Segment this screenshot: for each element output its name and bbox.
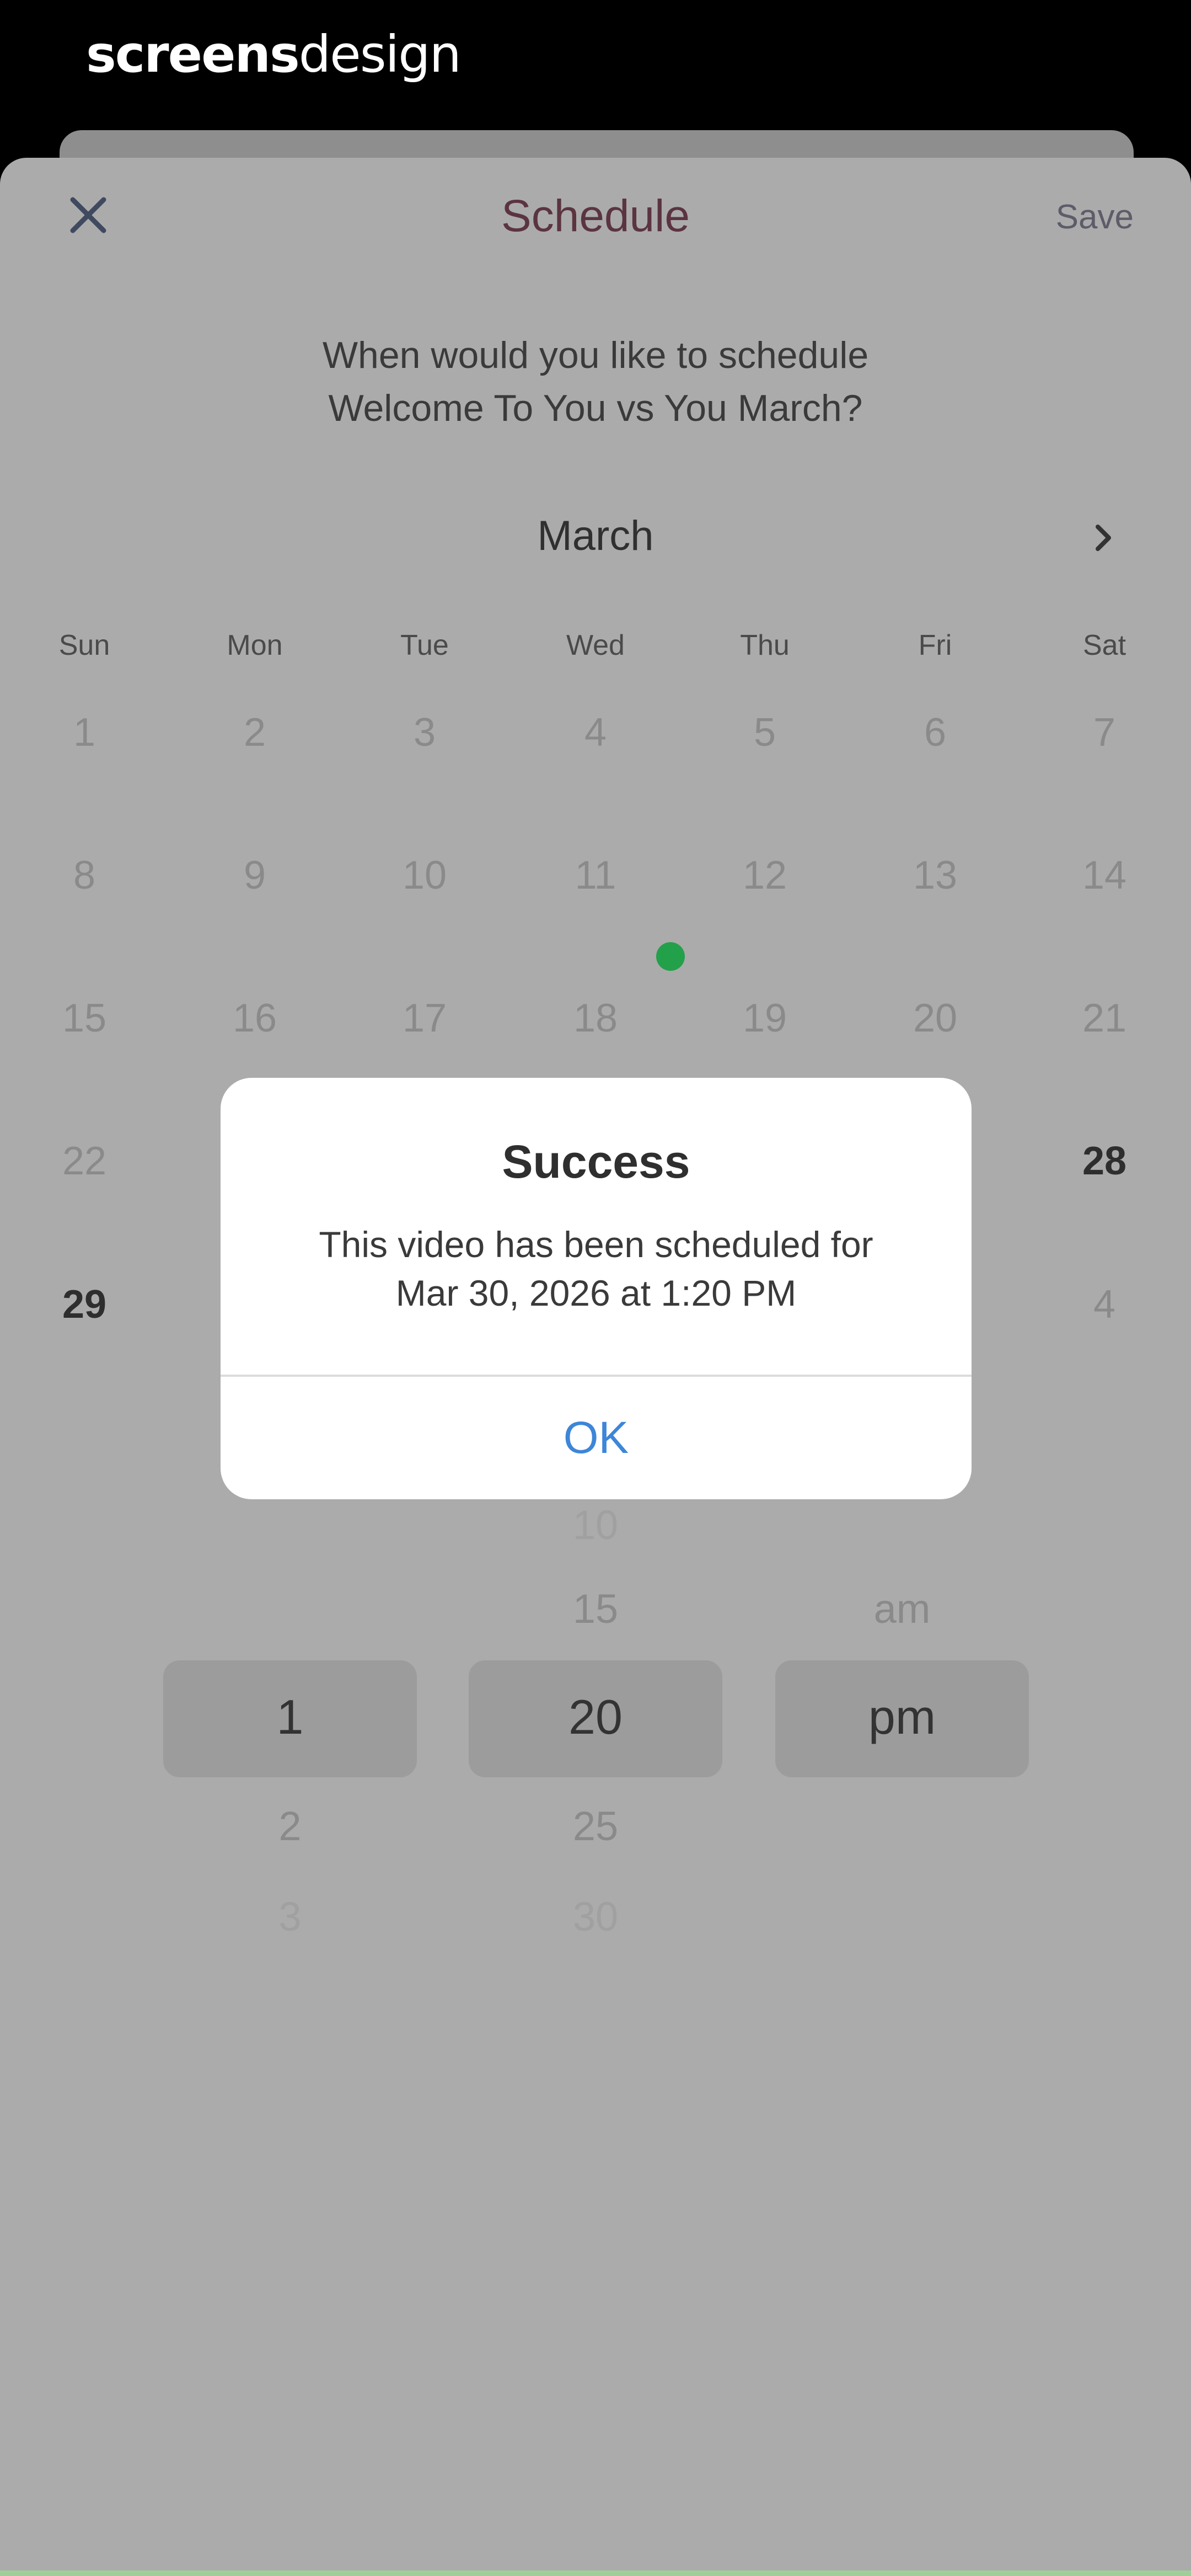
calendar-day[interactable]: 11: [540, 853, 651, 898]
calendar-day[interactable]: 7: [1049, 710, 1160, 755]
brand-logo-part2: design: [298, 24, 462, 84]
alert-message: This video has been scheduled for Mar 30…: [265, 1220, 927, 1317]
calendar-day[interactable]: 1: [29, 710, 140, 755]
schedule-prompt-line1: When would you like to schedule: [322, 334, 869, 376]
weekday-label: Wed: [566, 629, 625, 661]
schedule-prompt: When would you like to schedule Welcome …: [0, 329, 1191, 435]
brand-logo-part1: screens: [86, 24, 300, 84]
period-selected[interactable]: pm: [775, 1689, 1029, 1745]
save-button[interactable]: Save: [1056, 197, 1134, 237]
weekday-label: Tue: [400, 629, 449, 661]
hour-option[interactable]: 2: [163, 1803, 417, 1850]
calendar-day[interactable]: 19: [710, 996, 820, 1041]
period-option[interactable]: am: [775, 1585, 1029, 1632]
calendar-day[interactable]: 4: [1049, 1282, 1160, 1327]
calendar-day[interactable]: 14: [1049, 853, 1160, 898]
today-indicator-dot: [656, 942, 685, 971]
weekday-label: Sun: [58, 629, 110, 661]
calendar-day[interactable]: 2: [200, 710, 310, 755]
weekday-label: Mon: [227, 629, 283, 661]
calendar-day[interactable]: 21: [1049, 996, 1160, 1041]
hour-selected[interactable]: 1: [163, 1689, 417, 1745]
weekday-label: Fri: [918, 629, 952, 661]
page-title: Schedule: [501, 191, 690, 241]
calendar-day[interactable]: 20: [880, 996, 990, 1041]
minute-option[interactable]: 15: [469, 1585, 722, 1632]
weekday-label: Thu: [740, 629, 790, 661]
calendar-day[interactable]: 18: [540, 996, 651, 1041]
home-indicator: [0, 2570, 1191, 2576]
calendar-month-label: March: [537, 512, 654, 559]
calendar-day[interactable]: 10: [369, 853, 480, 898]
calendar-day[interactable]: 22: [29, 1139, 140, 1184]
minute-option[interactable]: 25: [469, 1803, 722, 1850]
calendar-day[interactable]: 29: [29, 1282, 140, 1327]
calendar-day[interactable]: 6: [880, 710, 990, 755]
minute-option[interactable]: 10: [469, 1501, 722, 1541]
calendar-day[interactable]: 13: [880, 853, 990, 898]
calendar-day[interactable]: 8: [29, 853, 140, 898]
calendar-day[interactable]: 15: [29, 996, 140, 1041]
hour-option[interactable]: 3: [163, 1893, 417, 1943]
calendar-day[interactable]: 12: [710, 853, 820, 898]
calendar-day[interactable]: 4: [540, 710, 651, 755]
calendar-day[interactable]: 3: [369, 710, 480, 755]
next-month-button[interactable]: [1079, 513, 1128, 563]
brand-logo: screens design: [86, 24, 462, 84]
calendar-day[interactable]: 9: [200, 853, 310, 898]
ok-button[interactable]: OK: [221, 1377, 972, 1499]
success-alert: Success This video has been scheduled fo…: [221, 1078, 972, 1499]
alert-message-line2: Mar 30, 2026 at 1:20 PM: [395, 1273, 797, 1313]
chevron-right-icon: [1096, 525, 1111, 551]
weekday-label: Sat: [1082, 629, 1126, 661]
alert-title: Success: [502, 1136, 690, 1188]
minute-option[interactable]: 30: [469, 1893, 722, 1943]
schedule-prompt-line2: Welcome To You vs You March?: [328, 387, 863, 429]
calendar-day[interactable]: 28: [1049, 1139, 1160, 1184]
calendar-day[interactable]: 16: [200, 996, 310, 1041]
alert-message-line1: This video has been scheduled for: [319, 1224, 873, 1265]
calendar-day[interactable]: 5: [710, 710, 820, 755]
calendar-day[interactable]: 17: [369, 996, 480, 1041]
minute-selected[interactable]: 20: [469, 1689, 722, 1745]
calendar-weekdays: Sun Mon Tue Wed Thu Fri Sat: [0, 629, 1191, 662]
